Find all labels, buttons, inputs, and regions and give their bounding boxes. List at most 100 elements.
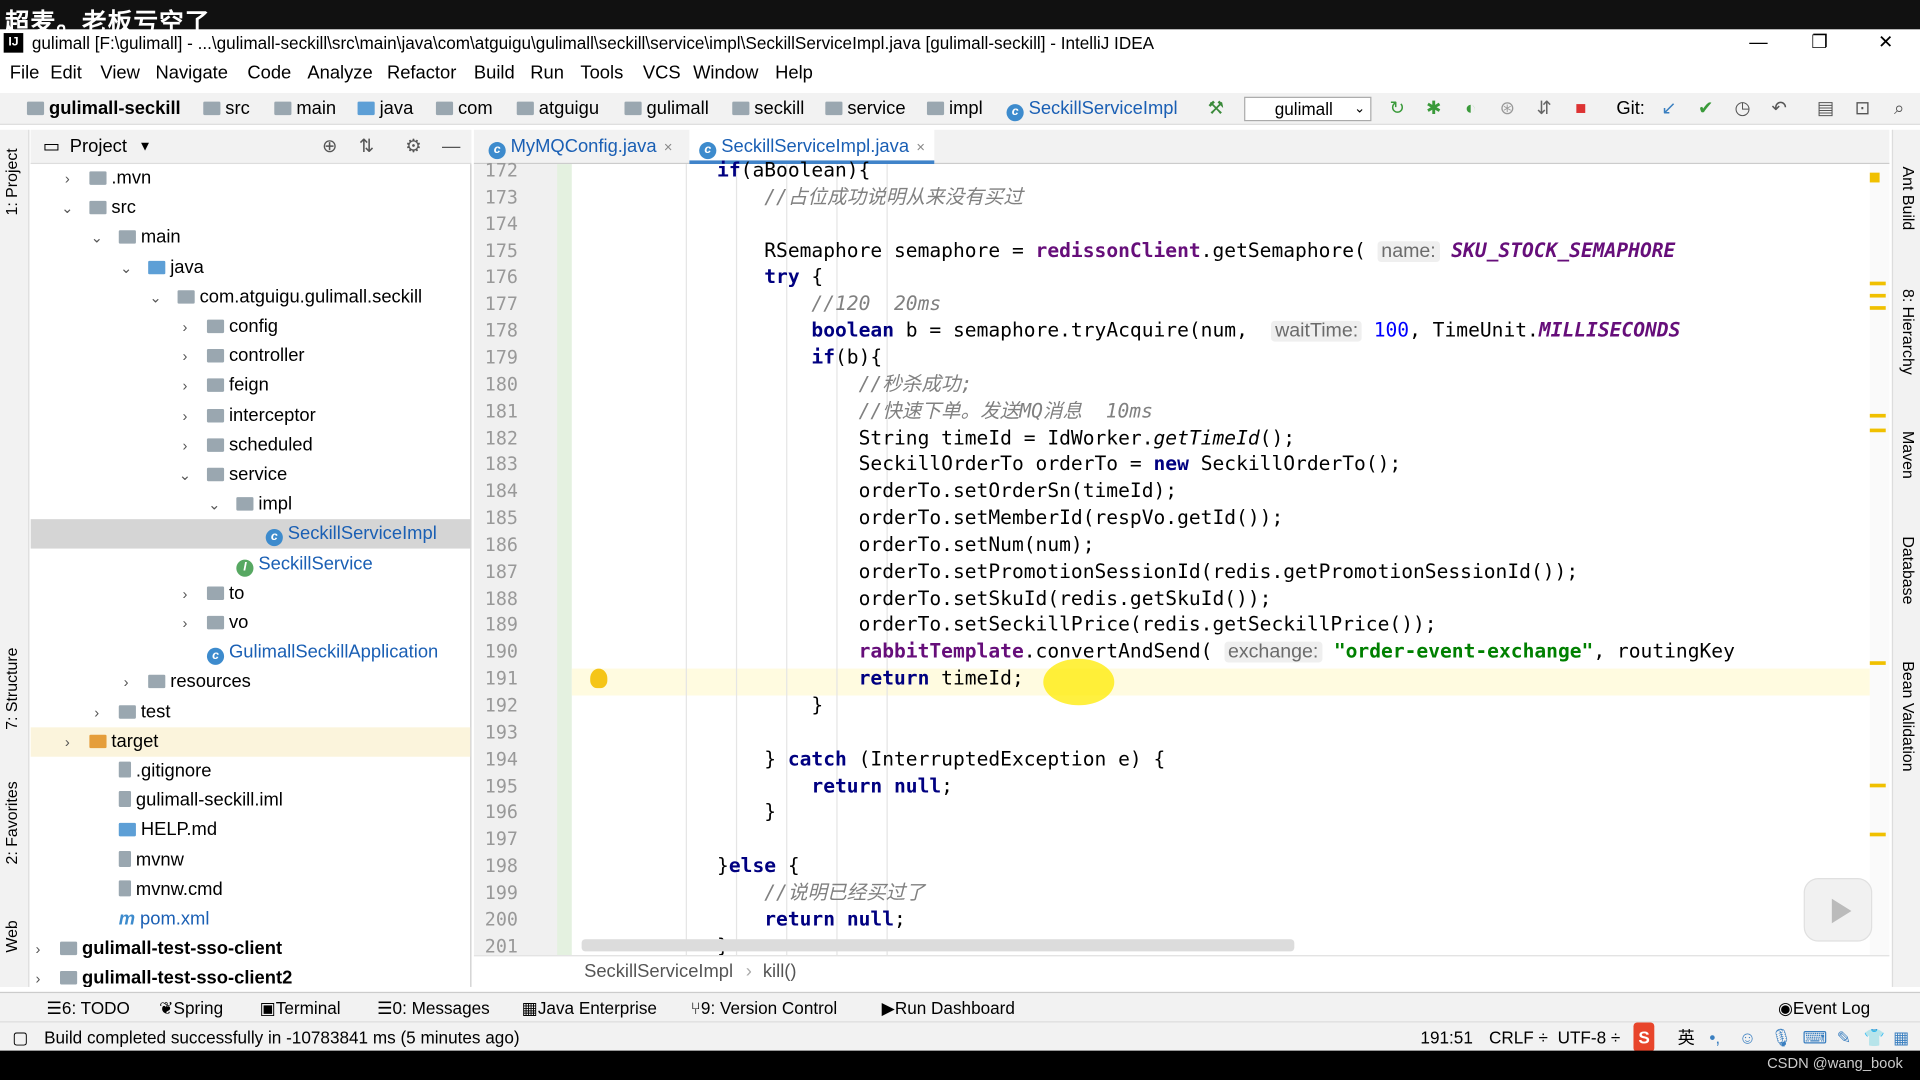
code-line[interactable]: String timeId = IdWorker.getTimeId(); (576, 424, 1295, 451)
ime-punct-icon[interactable]: •, (1709, 1022, 1720, 1051)
code-line[interactable]: orderTo.setSkuId(redis.getSkuId()); (576, 585, 1272, 612)
chevron-right-icon[interactable]: › (178, 312, 193, 341)
horizontal-scrollbar[interactable] (581, 939, 1295, 952)
tool-tab-bean-validation[interactable]: Bean Validation (1899, 661, 1917, 771)
tree-item[interactable]: › config (31, 312, 471, 341)
project-structure-icon[interactable]: ▤ (1815, 98, 1837, 120)
warning-mark[interactable] (1869, 428, 1886, 433)
code-line[interactable]: return timeId; (576, 665, 1024, 692)
chevron-right-icon[interactable]: › (119, 668, 134, 697)
nav-crumb-main[interactable]: main (274, 93, 336, 125)
search-icon[interactable]: ⌕ (1888, 98, 1910, 120)
chevron-right-icon[interactable]: › (178, 579, 193, 608)
chevron-right-icon[interactable]: › (89, 697, 104, 726)
chevron-down-icon[interactable]: ⌄ (89, 223, 104, 252)
git-update-icon[interactable]: ↙ (1658, 98, 1680, 120)
close-icon[interactable]: × (664, 138, 673, 155)
analysis-status-icon[interactable] (1869, 172, 1880, 183)
warning-mark[interactable] (1869, 293, 1886, 298)
video-play-button[interactable] (1803, 877, 1873, 942)
code-line[interactable]: try { (576, 264, 823, 291)
tool-tab-hierarchy[interactable]: 8: Hierarchy (1899, 289, 1917, 375)
tool-run-dashboard[interactable]: ▶ Run Dashboard (882, 993, 1015, 1022)
tool-terminal[interactable]: ▣ Terminal (260, 993, 341, 1022)
ime-skin-icon[interactable]: 👕 (1864, 1022, 1885, 1051)
code-line[interactable]: orderTo.setPromotionSessionId(redis.getP… (576, 558, 1579, 585)
tree-item[interactable]: ⌄ service (31, 460, 471, 489)
warning-mark[interactable] (1869, 413, 1886, 418)
tree-item[interactable]: › .mvn (31, 164, 471, 193)
tool-tab-web[interactable]: Web (2, 920, 20, 952)
tree-item[interactable]: › resources (31, 668, 471, 697)
attach-icon[interactable]: ⇵ (1533, 98, 1555, 120)
tool-tab-structure[interactable]: 7: Structure (2, 648, 20, 730)
profile-icon[interactable]: ⊛ (1496, 98, 1518, 120)
nav-crumb-src[interactable]: src (203, 93, 250, 125)
file-encoding[interactable]: UTF-8 ÷ (1558, 1022, 1621, 1051)
menu-help[interactable]: Help (775, 59, 813, 88)
tool-tab-maven[interactable]: Maven (1899, 431, 1917, 479)
nav-crumb-class[interactable]: c SeckillServiceImpl (1006, 93, 1178, 125)
tree-item[interactable]: › gulimall-test-sso-client (31, 935, 471, 964)
git-rollback-icon[interactable]: ↶ (1768, 98, 1790, 120)
nav-crumb-atguigu[interactable]: atguigu (516, 93, 599, 125)
tree-item[interactable]: ⌄ java (31, 253, 471, 282)
debug-icon[interactable]: ✱ (1423, 98, 1445, 120)
code-line[interactable]: orderTo.setOrderSn(timeId); (576, 478, 1177, 505)
chevron-down-icon[interactable]: ⌄ (119, 253, 134, 282)
code-line[interactable]: rabbitTemplate.convertAndSend( exchange:… (576, 638, 1735, 665)
ime-menu-icon[interactable]: ▦ (1893, 1022, 1909, 1051)
tool-tab-ant-build[interactable]: Ant Build (1899, 167, 1917, 231)
code-line[interactable]: //120 20ms (576, 291, 941, 318)
chevron-right-icon[interactable]: › (178, 372, 193, 401)
tree-item[interactable]: m pom.xml (31, 905, 471, 934)
chevron-right-icon[interactable]: › (178, 609, 193, 638)
tree-item[interactable]: .gitignore (31, 757, 471, 786)
chevron-right-icon[interactable]: › (60, 164, 75, 193)
code-line[interactable]: } (576, 799, 776, 826)
chevron-down-icon[interactable]: ⌄ (178, 460, 193, 489)
code-line[interactable]: RSemaphore semaphore = redissonClient.ge… (576, 237, 1676, 264)
tool-todo[interactable]: ☰ 6: TODO (47, 993, 130, 1022)
warning-mark[interactable] (1869, 281, 1886, 286)
tree-item[interactable]: › gulimall-test-sso-client2 (31, 964, 471, 987)
ime-tools-icon[interactable]: ✎ (1837, 1022, 1851, 1051)
menu-file[interactable]: File (10, 59, 40, 88)
menu-view[interactable]: View (100, 59, 139, 88)
tool-tab-database[interactable]: Database (1899, 536, 1917, 604)
toggle-window-icon[interactable]: ⊡ (1851, 98, 1873, 120)
tree-item[interactable]: c SeckillServiceImpl (30, 519, 471, 550)
tree-item[interactable]: › vo (31, 609, 471, 638)
menu-refactor[interactable]: Refactor (387, 59, 456, 88)
tree-item[interactable]: ⌄ src (31, 194, 471, 223)
run-config-select[interactable]: gulimall ⌄ (1244, 96, 1372, 122)
tree-item[interactable]: HELP.md (31, 816, 471, 845)
chevron-right-icon[interactable]: › (178, 342, 193, 371)
warning-mark[interactable] (1869, 661, 1886, 665)
nav-crumb-impl[interactable]: impl (926, 93, 983, 125)
menu-build[interactable]: Build (474, 59, 515, 88)
menu-navigate[interactable]: Navigate (156, 59, 228, 88)
hide-panel-icon[interactable]: — (442, 130, 460, 164)
code-line[interactable]: //占位成功说明从来没有买过 (576, 183, 1023, 210)
code-line[interactable]: return null; (576, 772, 953, 799)
code-line[interactable]: if(aBoolean){ (576, 157, 870, 184)
menu-run[interactable]: Run (530, 59, 564, 88)
warning-mark[interactable] (1869, 832, 1886, 837)
chevron-right-icon[interactable]: › (60, 727, 75, 756)
nav-crumb-java[interactable]: java (357, 93, 413, 125)
line-separator[interactable]: CRLF ÷ (1489, 1022, 1548, 1051)
menu-vcs[interactable]: VCS (643, 59, 681, 88)
lightbulb-icon[interactable] (590, 668, 608, 689)
chevron-down-icon[interactable]: ▼ (138, 130, 151, 164)
build-hammer-icon[interactable]: ⚒ (1205, 98, 1227, 120)
breadcrumb-method[interactable]: kill() (763, 956, 797, 988)
ime-keyboard-icon[interactable]: ⌨ (1802, 1022, 1827, 1051)
tree-item[interactable]: I SeckillService (31, 549, 471, 578)
tree-item[interactable]: ⌄ main (31, 223, 471, 252)
code-line[interactable]: //秒杀成功; (576, 371, 973, 398)
tree-item[interactable]: mvnw.cmd (31, 875, 471, 904)
code-line[interactable]: } catch (InterruptedException e) { (576, 745, 1165, 772)
tool-tab-project[interactable]: 1: Project (2, 148, 20, 215)
nav-crumb-service[interactable]: service (825, 93, 906, 125)
